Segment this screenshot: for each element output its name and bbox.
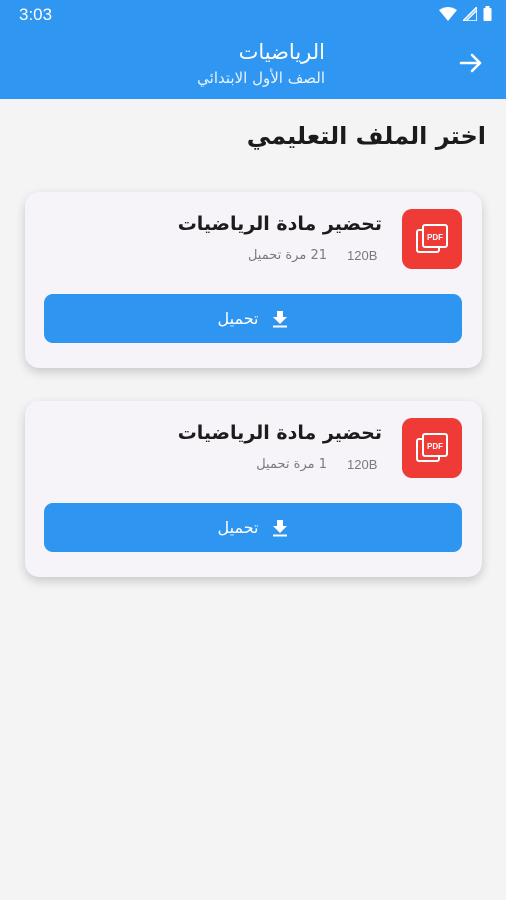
pdf-icon: PDF bbox=[402, 209, 462, 269]
file-size: 120B bbox=[347, 457, 378, 472]
status-icons bbox=[439, 6, 492, 21]
page-title: الرياضيات bbox=[238, 40, 325, 64]
svg-text:PDF: PDF bbox=[427, 233, 443, 242]
pdf-icon: PDF bbox=[402, 418, 462, 478]
section-heading: اختر الملف التعليمي bbox=[246, 122, 486, 150]
svg-text:PDF: PDF bbox=[427, 442, 443, 451]
file-title: تحضير مادة الرياضيات bbox=[177, 213, 382, 235]
file-card: PDF تحضير مادة الرياضيات 120B 1 مرة تحمي… bbox=[25, 401, 482, 577]
arrow-right-icon bbox=[459, 52, 483, 78]
app-bar: 3:03 الرياضيات الصف الأول الابتدائي bbox=[0, 0, 506, 99]
file-title: تحضير مادة الرياضيات bbox=[177, 422, 382, 444]
download-button[interactable]: تحميل bbox=[44, 294, 462, 343]
page-subtitle: الصف الأول الابتدائي bbox=[197, 69, 325, 87]
download-count: 1 مرة تحميل bbox=[256, 457, 327, 472]
signal-icon bbox=[463, 6, 477, 21]
download-button[interactable]: تحميل bbox=[44, 503, 462, 552]
download-icon bbox=[272, 519, 288, 537]
download-label: تحميل bbox=[217, 518, 259, 537]
wifi-icon bbox=[439, 6, 457, 21]
download-icon bbox=[272, 310, 288, 328]
download-label: تحميل bbox=[217, 309, 259, 328]
back-button[interactable] bbox=[453, 49, 489, 81]
file-card: PDF تحضير مادة الرياضيات 120B 21 مرة تحم… bbox=[25, 192, 482, 368]
status-time: 3:03 bbox=[19, 5, 53, 24]
file-size: 120B bbox=[347, 248, 378, 263]
battery-icon bbox=[483, 6, 492, 21]
download-count: 21 مرة تحميل bbox=[247, 248, 327, 263]
